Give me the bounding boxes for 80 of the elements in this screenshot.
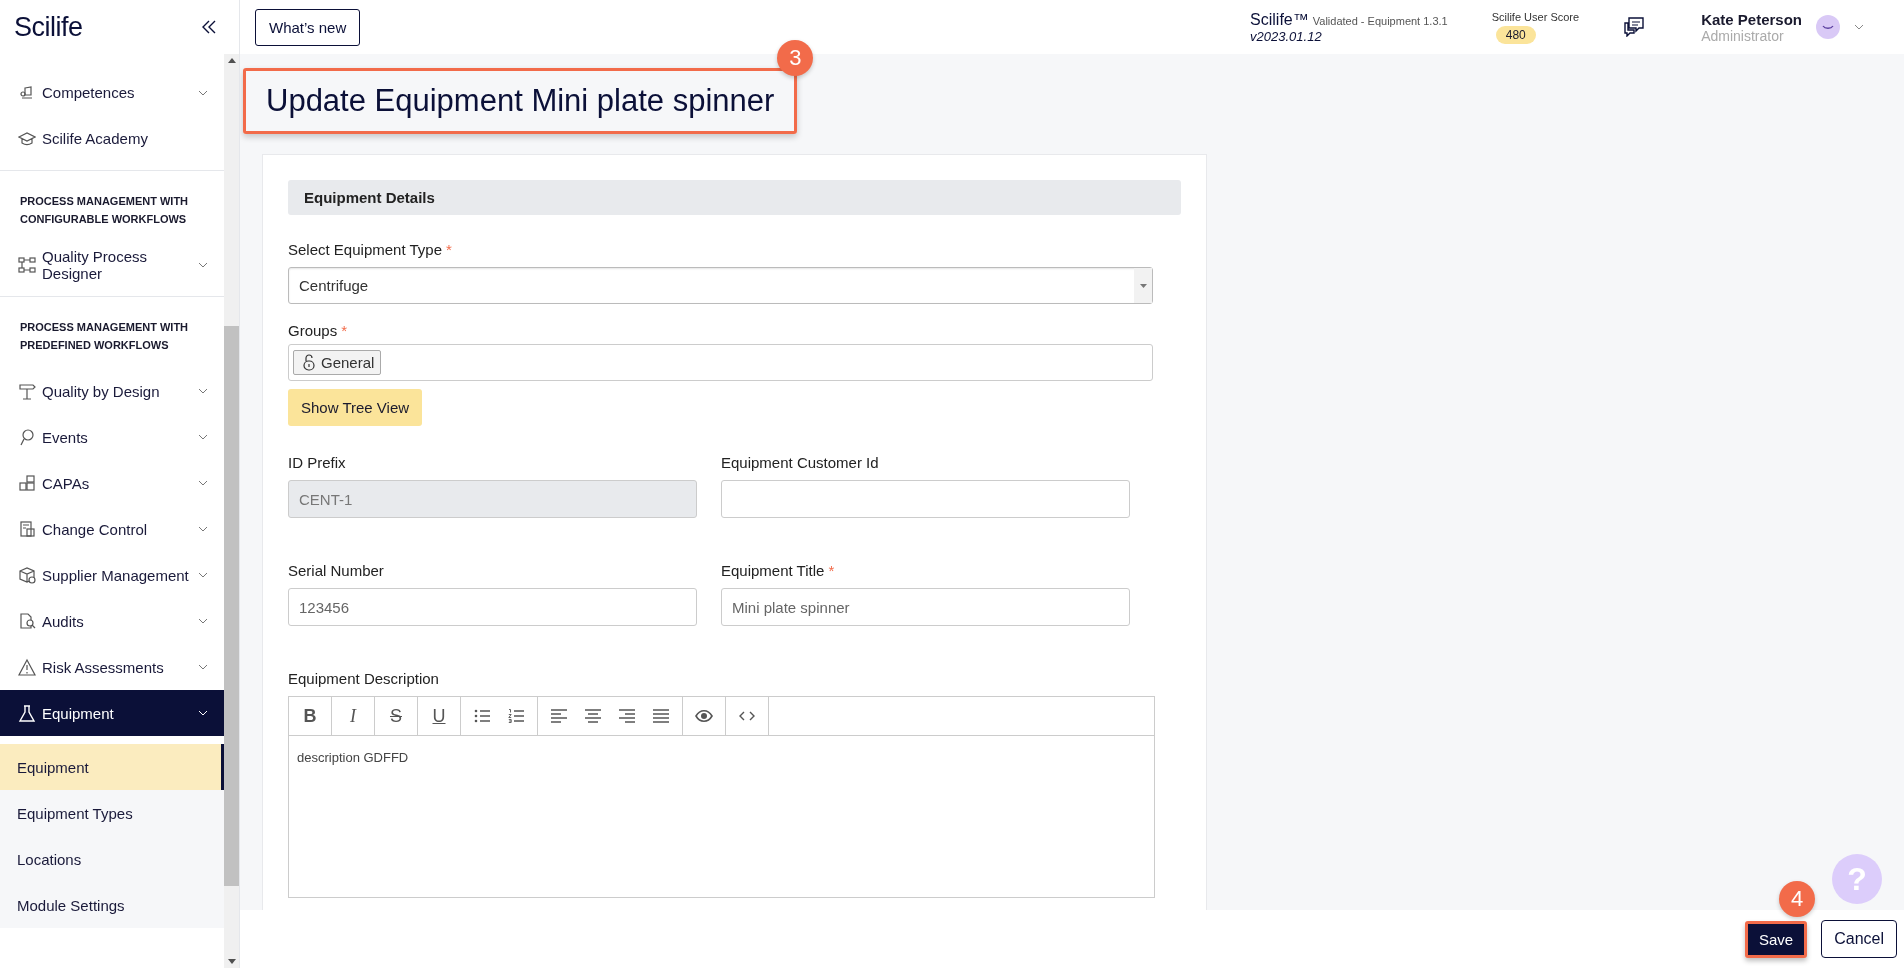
- score-label: Scilife User Score: [1491, 10, 1580, 23]
- signpost-icon: [18, 382, 36, 401]
- nav-item[interactable]: Competences: [0, 70, 224, 116]
- chevron-icon: [198, 664, 208, 671]
- nav-subitem[interactable]: Locations: [0, 836, 224, 883]
- version-label: v2023.01.12: [1250, 28, 1323, 44]
- field-label: Equipment Description: [288, 670, 439, 687]
- nav-item[interactable]: Quality by Design: [0, 368, 224, 415]
- rich-text-editor[interactable]: B I S U description GDFFD: [288, 696, 1155, 898]
- package-icon: [18, 566, 36, 585]
- input-field[interactable]: 123456: [288, 588, 697, 626]
- chevron-icon: [198, 572, 208, 579]
- input-field[interactable]: [721, 480, 1130, 518]
- scroll-up-icon[interactable]: [227, 58, 236, 63]
- required-mark: *: [828, 562, 835, 579]
- equipment-type-select[interactable]: Centrifuge: [288, 267, 1153, 304]
- nav-item[interactable]: Risk Assessments: [0, 644, 224, 691]
- chevron-icon: [198, 434, 208, 441]
- scroll-down-icon[interactable]: [227, 959, 236, 964]
- field-label: Serial Number: [288, 562, 384, 579]
- nav-subitem[interactable]: Equipment: [0, 744, 224, 791]
- groups-field[interactable]: General: [288, 344, 1153, 381]
- nav-item[interactable]: CAPAs: [0, 460, 224, 507]
- cancel-button[interactable]: Cancel: [1821, 920, 1897, 958]
- section-header: Equipment Details: [288, 180, 1181, 215]
- save-button[interactable]: Save: [1745, 920, 1808, 958]
- chevron-icon: [198, 618, 208, 625]
- italic-button[interactable]: I: [336, 699, 370, 733]
- field-label: Select Equipment Type: [288, 241, 442, 258]
- group-tag[interactable]: General: [293, 350, 382, 375]
- dropdown-icon: [1139, 283, 1147, 288]
- page-title: Update Equipment Mini plate spinner: [243, 68, 798, 134]
- chevron-icon: [198, 90, 208, 96]
- show-tree-view-button[interactable]: Show Tree View: [288, 389, 423, 426]
- bold-button[interactable]: B: [293, 699, 327, 733]
- nav-subitem[interactable]: Module Settings: [0, 882, 224, 929]
- warning-icon: [18, 658, 36, 677]
- scrollbar-thumb[interactable]: [224, 326, 239, 886]
- user-role: Administrator: [1701, 27, 1785, 44]
- underline-button[interactable]: U: [422, 699, 456, 733]
- whats-new-button[interactable]: What’s new: [255, 8, 361, 46]
- input-field[interactable]: Mini plate spinner: [721, 588, 1130, 626]
- flask-icon: [18, 704, 36, 723]
- strike-button[interactable]: S: [379, 699, 413, 733]
- field-label: Groups: [288, 322, 338, 339]
- scrollbar[interactable]: [224, 54, 239, 968]
- required-mark: *: [446, 241, 452, 258]
- graduation-cap-icon: [18, 130, 36, 148]
- product-name: Scilife™: [1250, 10, 1309, 29]
- field-label: Equipment Title: [721, 562, 825, 579]
- flowchart-icon: [18, 256, 36, 275]
- score-badge: 480: [1495, 25, 1536, 44]
- validation-info: Validated - Equipment 1.3.1: [1312, 14, 1448, 27]
- pin-icon: [18, 428, 36, 447]
- nav-item[interactable]: Change Control: [0, 506, 224, 553]
- nav-item[interactable]: Audits: [0, 598, 224, 645]
- description-text: description GDFFD: [297, 750, 409, 765]
- required-mark: *: [341, 322, 348, 339]
- clipboard-icon: [18, 520, 36, 539]
- chevron-icon: [198, 710, 208, 717]
- user-name: Kate Peterson: [1701, 10, 1802, 28]
- chevron-icon[interactable]: [1854, 24, 1864, 30]
- chevron-icon: [198, 388, 208, 395]
- avatar-icon[interactable]: [1816, 15, 1840, 39]
- chevron-icon: [198, 480, 208, 487]
- chevron-icon: [198, 262, 208, 269]
- boxes-icon: [18, 474, 36, 493]
- nav-item[interactable]: Quality Process Designer: [0, 242, 224, 289]
- field-label: ID Prefix: [288, 454, 346, 471]
- document-search-icon: [18, 612, 36, 631]
- chevron-icon: [198, 526, 208, 533]
- field-label: Equipment Customer Id: [721, 454, 879, 471]
- logo[interactable]: Scilife: [14, 11, 83, 43]
- nav-item[interactable]: Scilife Academy: [0, 116, 224, 162]
- nav-subitem[interactable]: Equipment Types: [0, 790, 224, 837]
- nav-item[interactable]: Supplier Management: [0, 552, 224, 599]
- nav-item[interactable]: Events: [0, 414, 224, 461]
- chat-icon[interactable]: [1623, 17, 1646, 37]
- collapse-icon[interactable]: [201, 19, 217, 35]
- nav-item[interactable]: Equipment: [0, 690, 224, 737]
